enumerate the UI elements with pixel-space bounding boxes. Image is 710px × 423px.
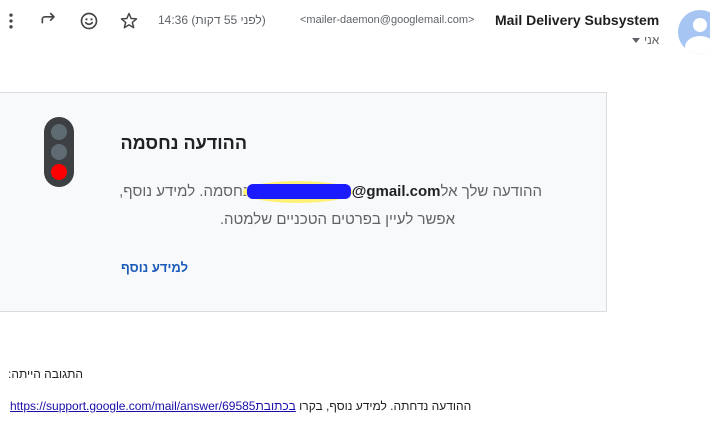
sender-email: <mailer-daemon@googlemail.com> bbox=[300, 14, 475, 26]
message-prefix: ההודעה שלך אל bbox=[440, 183, 542, 200]
support-link-url[interactable]: https://support.google.com/mail/answer/6… bbox=[10, 399, 255, 413]
traffic-light-lamp-middle bbox=[51, 144, 67, 160]
reply-icon[interactable] bbox=[36, 8, 62, 34]
sender-name[interactable]: Mail Delivery Subsystem bbox=[495, 12, 659, 28]
avatar[interactable] bbox=[678, 10, 710, 54]
address-domain: @gmail.com bbox=[351, 183, 441, 200]
learn-more-link[interactable]: למידע נוסף bbox=[121, 260, 188, 275]
response-label: התגובה הייתה: bbox=[8, 367, 84, 381]
more-vert-icon[interactable] bbox=[0, 8, 24, 34]
card-title: ההודעה נחסמה bbox=[120, 133, 247, 153]
traffic-light-lamp-red bbox=[51, 164, 67, 180]
response-text: ההודעה נדחתה. למידע נוסף, בקרו בכתובתhtt… bbox=[10, 399, 471, 413]
chevron-down-icon bbox=[632, 37, 640, 43]
traffic-light-icon bbox=[44, 117, 74, 187]
card-message-line2: אפשר לעיין בפרטים הטכניים שלמטה. bbox=[219, 211, 455, 228]
emoji-icon[interactable] bbox=[76, 8, 102, 34]
avatar-body bbox=[685, 36, 710, 54]
message-time: 14:36 (לפני 55 דקות) bbox=[158, 13, 266, 27]
message-suffix: נחסמה. למידע נוסף, bbox=[119, 183, 249, 200]
traffic-light-lamp-top bbox=[51, 124, 67, 140]
response-prefix: ההודעה נדחתה. למידע נוסף, בקרו bbox=[295, 399, 472, 413]
recipient-dropdown[interactable]: אני bbox=[632, 33, 659, 47]
avatar-head bbox=[693, 18, 707, 32]
recipient-label: אני bbox=[644, 33, 660, 47]
support-link-word[interactable]: בכתובת bbox=[255, 399, 295, 413]
redacted-address: @gmail.com bbox=[242, 181, 441, 203]
star-icon[interactable] bbox=[116, 8, 142, 34]
card-message-line1: ההודעה שלך אל @gmail.com נחסמה. למידע נו… bbox=[119, 181, 542, 203]
